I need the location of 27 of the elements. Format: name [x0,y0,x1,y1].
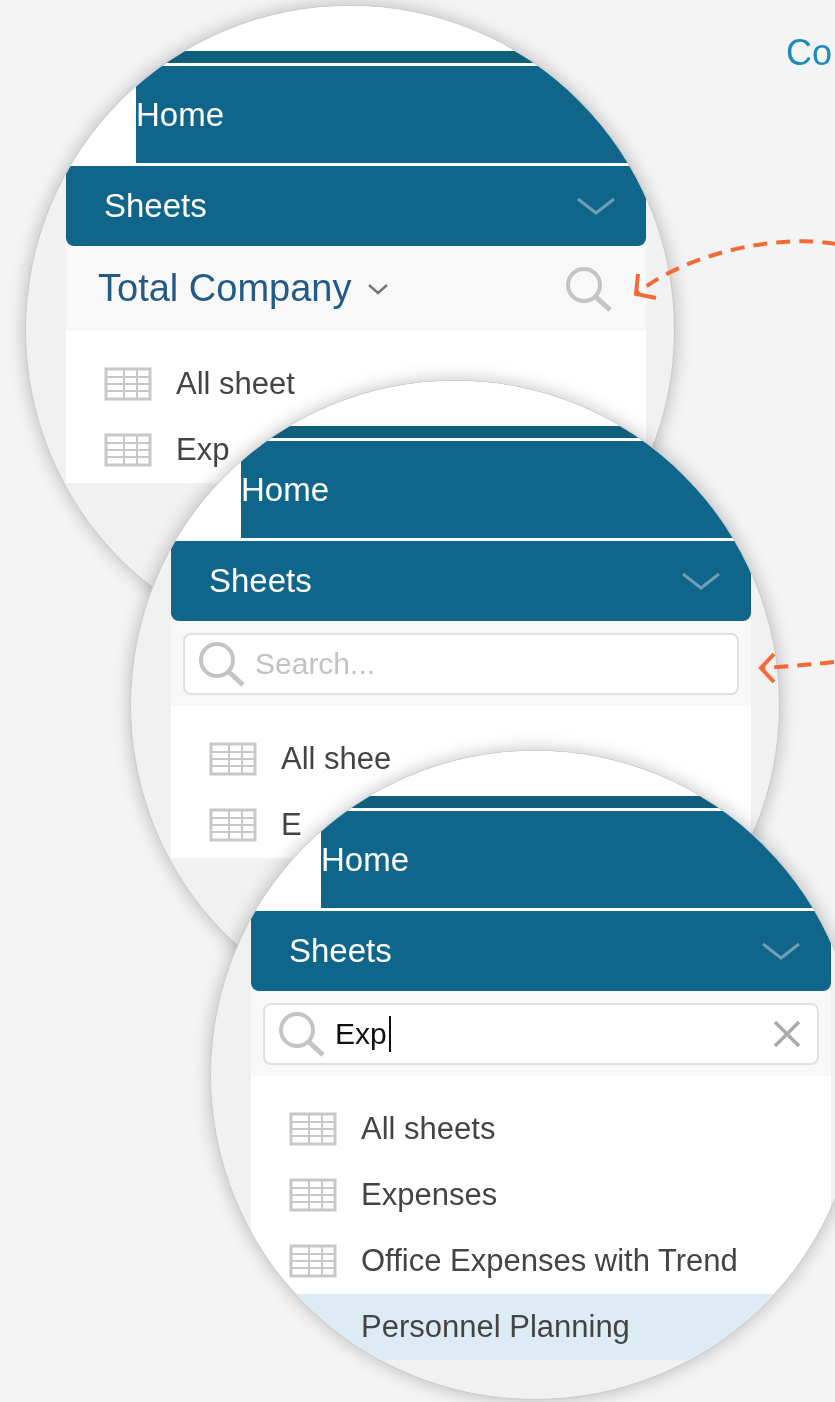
sheet-list-item[interactable]: Office Expenses with Trend [289,1243,738,1279]
nav-item[interactable]: Sheets [66,166,646,246]
table-icon [289,1112,337,1146]
sheet-list-item[interactable]: Exp [104,432,230,468]
clear-icon[interactable] [773,1019,801,1048]
chevron-down-icon [761,941,801,961]
nav-item[interactable]: Sheets [251,911,831,991]
search-icon [277,1009,327,1058]
sheet-list-item[interactable]: E [209,807,302,843]
sheet-list-item[interactable]: Expenses [289,1177,498,1213]
nav-item[interactable]: Sheets [171,541,751,621]
caret-icon [367,282,390,295]
table-icon [104,367,152,401]
search-icon[interactable] [564,264,614,313]
table-icon [289,1178,337,1212]
table-icon [104,433,152,467]
search-field[interactable]: Exp [263,1002,819,1065]
table-icon [289,1244,337,1278]
table-icon [209,808,257,842]
table-icon [209,742,257,776]
sheet-list-item[interactable]: All sheets [289,1111,496,1147]
sheet-list-item[interactable]: All sheet [104,366,295,402]
sheet-list-item[interactable]: All shee [209,741,392,777]
chevron-down-icon [576,196,616,216]
chevron-down-icon [681,571,721,591]
search-icon [197,639,247,688]
page-heading: Co [786,32,833,74]
